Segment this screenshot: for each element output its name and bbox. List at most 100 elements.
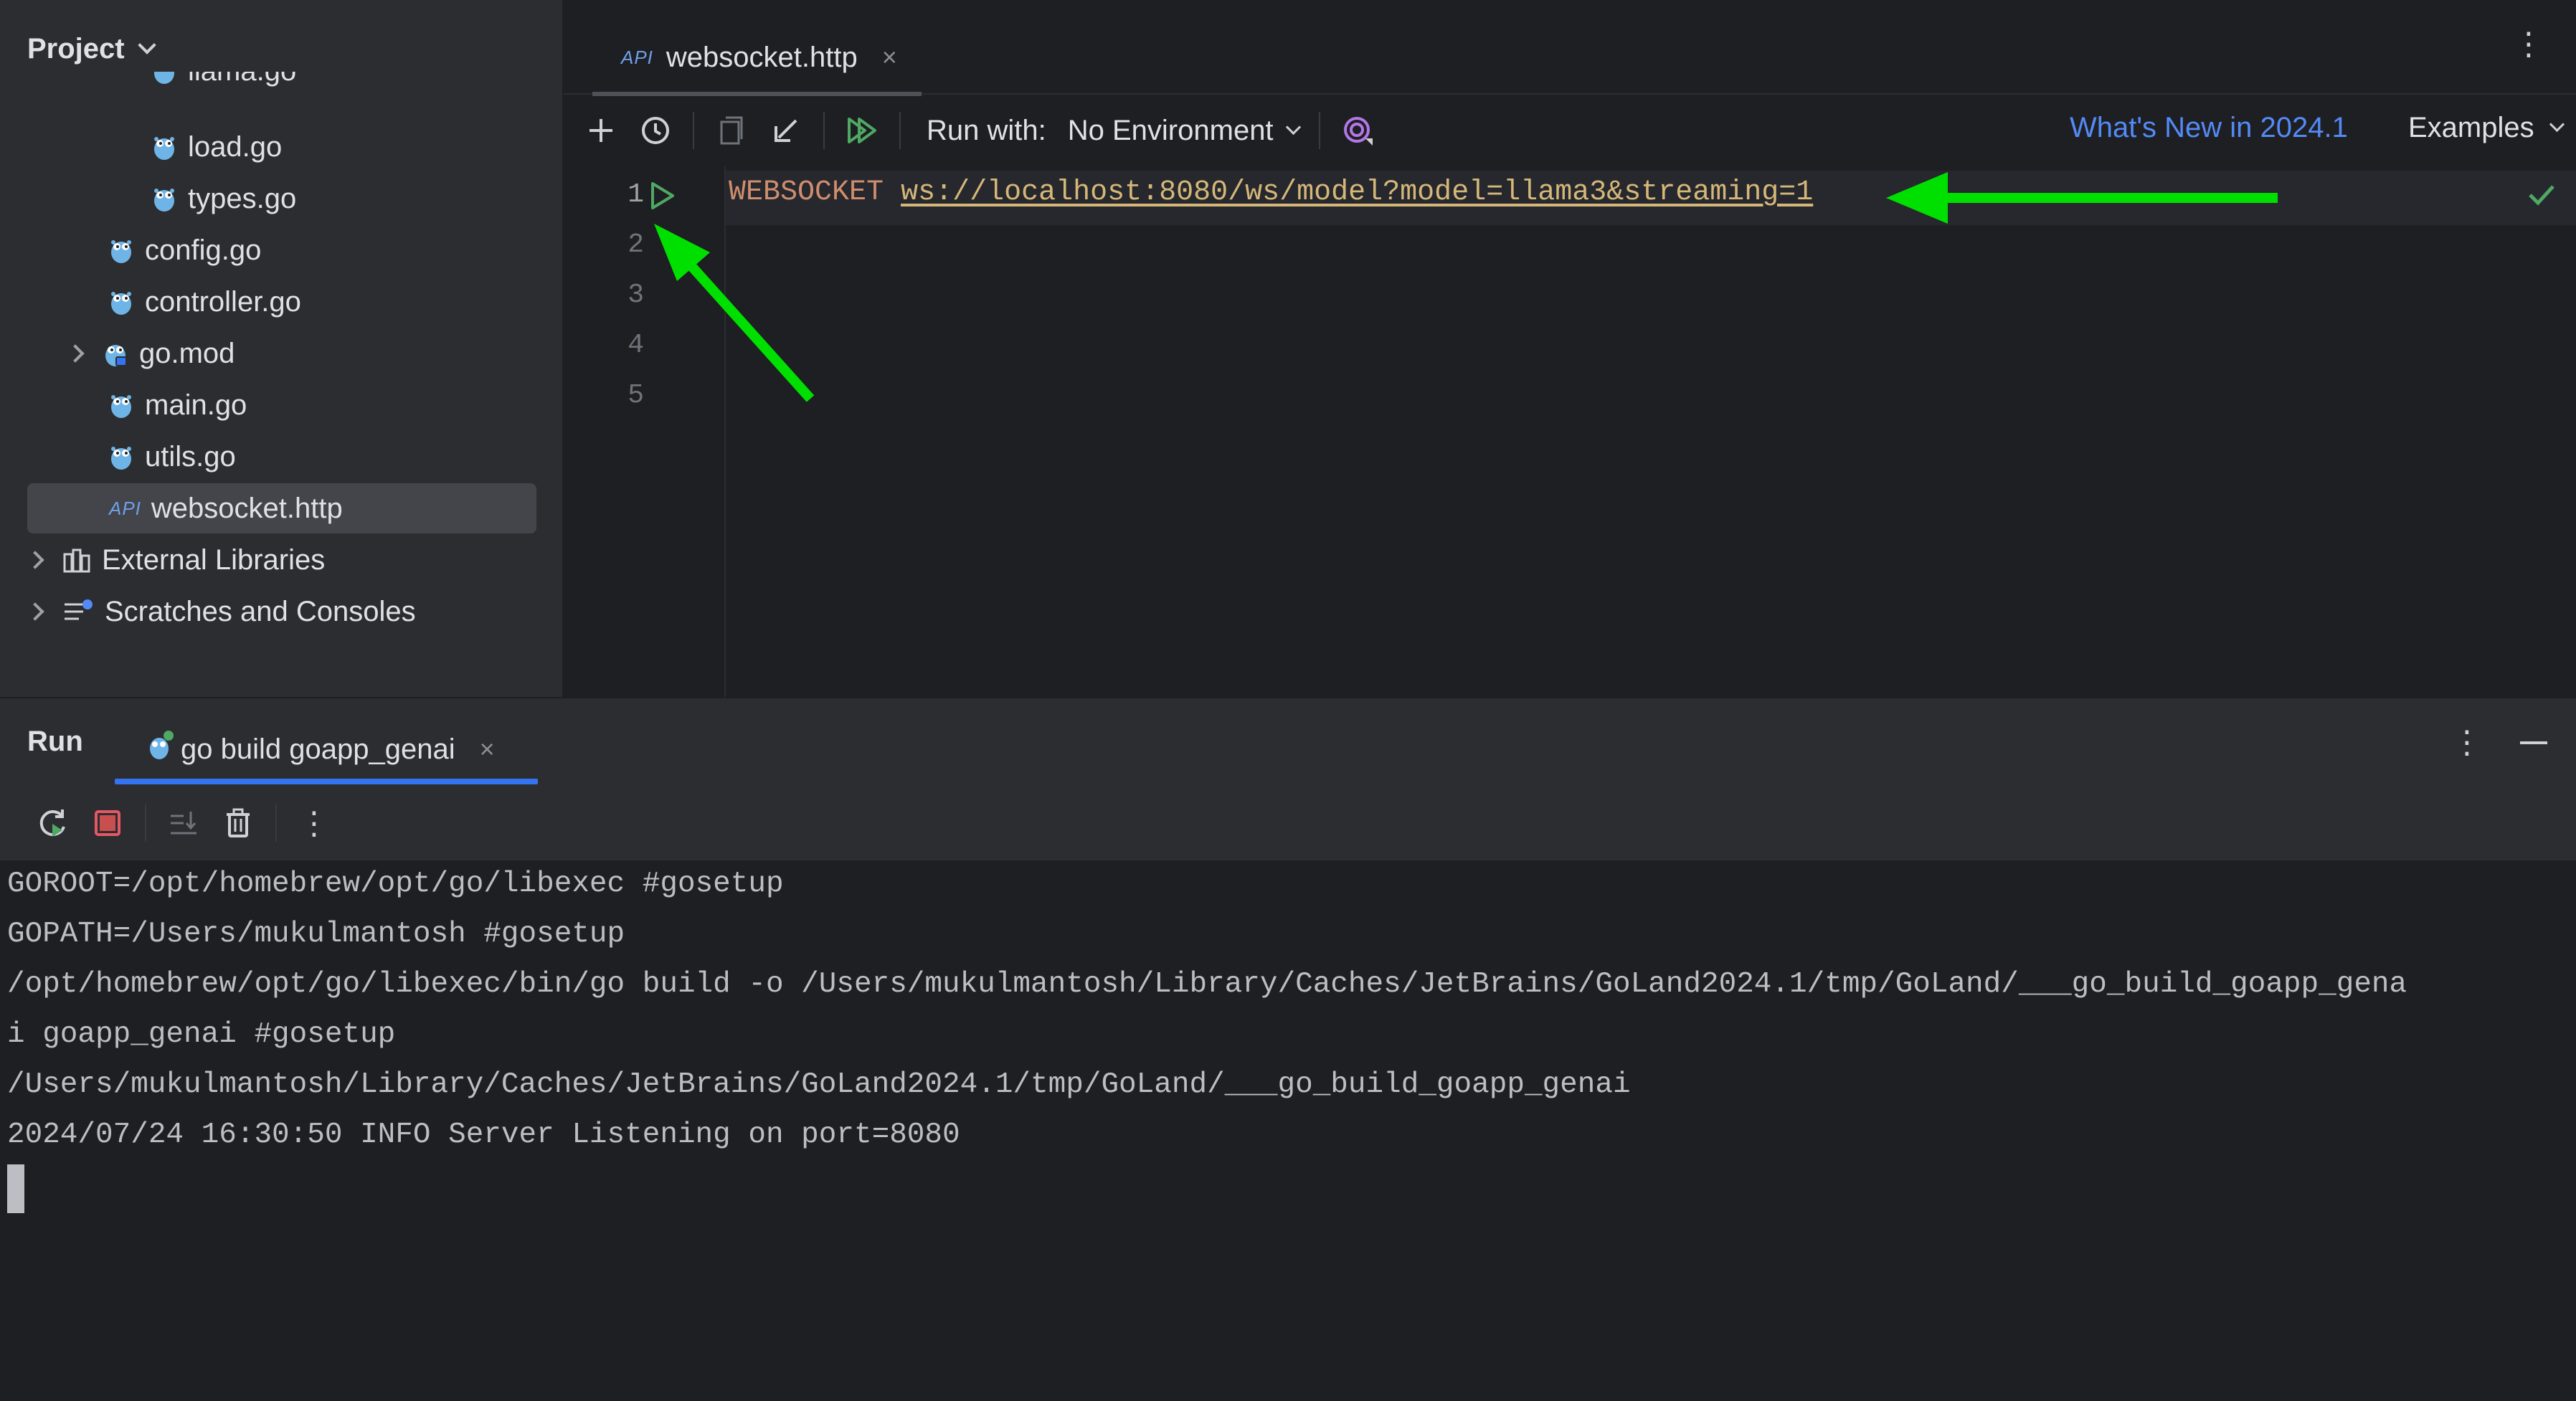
api-icon: API: [621, 46, 653, 68]
console-output[interactable]: GOROOT=/opt/homebrew/opt/go/libexec #gos…: [0, 860, 2576, 1401]
stop-icon[interactable]: [90, 806, 125, 840]
tree-item-label: llama.go: [188, 72, 296, 87]
tree-item-load-go[interactable]: load.go: [152, 122, 282, 172]
go-file-icon: [152, 133, 176, 161]
toolbar-separator: [275, 804, 277, 842]
tree-item-main-go[interactable]: main.go: [109, 380, 247, 430]
trash-icon[interactable]: [221, 806, 255, 840]
chevron-down-icon: [1285, 119, 1301, 135]
tree-item-label: go.mod: [139, 337, 235, 369]
tree-item-label: websocket.http: [151, 492, 343, 524]
line-number: 4: [628, 330, 644, 361]
tree-item-external-libraries[interactable]: External Libraries: [26, 535, 326, 585]
chevron-right-icon[interactable]: [26, 551, 44, 569]
go-file-icon: [109, 288, 133, 315]
line-number: 2: [628, 229, 644, 260]
rerun-icon[interactable]: [36, 806, 70, 840]
environment-select[interactable]: No Environment: [1067, 114, 1301, 147]
console-line: /Users/mukulmantosh/Library/Caches/JetBr…: [7, 1068, 1631, 1101]
close-icon[interactable]: ×: [882, 42, 897, 72]
console-line: GOROOT=/opt/homebrew/opt/go/libexec #gos…: [7, 868, 784, 901]
editor-tab-bar: API websocket.http × ⋮: [564, 0, 2576, 96]
close-icon[interactable]: ×: [480, 734, 495, 764]
tab-websocket-http[interactable]: API websocket.http ×: [592, 23, 922, 96]
run-tab-label: go build goapp_genai: [181, 733, 455, 765]
go-file-icon: [152, 72, 176, 85]
examples-label: Examples: [2408, 112, 2534, 143]
swirl-icon[interactable]: [1340, 113, 1375, 148]
more-options-icon[interactable]: ⋮: [2513, 26, 2544, 62]
toolbar-separator: [145, 804, 146, 842]
tree-item-utils-go[interactable]: utils.go: [109, 432, 236, 482]
go-file-icon: [109, 391, 133, 419]
chevron-right-icon[interactable]: [26, 602, 44, 621]
tree-item-controller-go[interactable]: controller.go: [109, 277, 301, 327]
go-run-icon: [146, 730, 176, 769]
libraries-icon: [63, 547, 92, 573]
run-toolbar: ⋮: [0, 786, 2576, 860]
toolbar-separator: [823, 112, 825, 149]
tree-item-label: controller.go: [145, 285, 301, 318]
active-tab-indicator: [115, 779, 538, 784]
project-title: Project: [27, 32, 125, 65]
tree-item-types-go[interactable]: types.go: [152, 174, 296, 224]
console-caret: [7, 1164, 24, 1213]
tab-label: websocket.http: [666, 41, 858, 73]
websocket-url[interactable]: ws://localhost:8080/ws/model?model=llama…: [901, 176, 1813, 209]
minimize-icon[interactable]: [2520, 741, 2547, 744]
api-icon: API: [109, 497, 141, 519]
console-line: GOPATH=/Users/mukulmantosh #gosetup: [7, 918, 625, 951]
chevron-down-icon: [2549, 116, 2565, 133]
tree-item-websocket-http[interactable]: API websocket.http: [27, 483, 536, 533]
tree-item-label: config.go: [145, 234, 262, 266]
tab-go-build-goapp-genai[interactable]: go build goapp_genai ×: [115, 711, 522, 787]
project-panel: Project llama.go load.go types.go config…: [0, 0, 564, 697]
line-number: 3: [628, 280, 644, 310]
project-tree: llama.go load.go types.go config.go cont…: [0, 72, 562, 695]
tree-item-label: types.go: [188, 182, 297, 214]
scroll-to-end-icon[interactable]: [166, 806, 201, 840]
tree-item-label: main.go: [145, 389, 247, 421]
code-line-1[interactable]: WEBSOCKET ws://localhost:8080/ws/model?m…: [729, 176, 1813, 209]
toolbar-separator: [899, 112, 901, 149]
add-request-icon[interactable]: [584, 113, 618, 148]
toolbar-separator: [1318, 112, 1320, 149]
tree-item-label: load.go: [188, 130, 283, 163]
project-view-selector[interactable]: Project: [27, 29, 156, 69]
more-options-icon[interactable]: ⋮: [297, 806, 331, 841]
tree-item-llama-go[interactable]: llama.go: [152, 72, 296, 96]
scratches-icon: [63, 599, 95, 624]
whats-new-link[interactable]: What's New in 2024.1: [2070, 112, 2348, 144]
run-request-gutter-icon[interactable]: [648, 181, 677, 214]
more-options-icon[interactable]: ⋮: [2451, 724, 2483, 761]
chevron-right-icon[interactable]: [66, 344, 85, 363]
tree-item-label: External Libraries: [102, 543, 326, 576]
import-icon[interactable]: [769, 113, 803, 148]
console-line: i goapp_genai #gosetup: [7, 1018, 396, 1051]
tree-item-scratches-and-consoles[interactable]: Scratches and Consoles: [26, 586, 416, 637]
history-icon[interactable]: [638, 113, 673, 148]
tree-item-label: utils.go: [145, 440, 236, 472]
line-number: 5: [628, 380, 644, 411]
examples-dropdown[interactable]: Examples: [2408, 112, 2565, 144]
websocket-keyword: WEBSOCKET: [729, 176, 884, 209]
go-file-icon: [109, 237, 133, 264]
run-tool-window-header: Run go build goapp_genai × ⋮: [0, 697, 2576, 787]
chevron-down-icon: [137, 36, 156, 54]
tree-item-label: Scratches and Consoles: [105, 595, 416, 627]
copy-icon[interactable]: [714, 113, 749, 148]
tree-item-config-go[interactable]: config.go: [109, 225, 261, 275]
go-module-icon: [103, 340, 128, 367]
toolbar-separator: [693, 112, 694, 149]
http-client-toolbar: Run with: No Environment What's New in 2…: [564, 95, 2576, 166]
console-line: /opt/homebrew/opt/go/libexec/bin/go buil…: [7, 968, 2407, 1001]
editor-gutter: 1 2 3 4 5: [564, 166, 726, 697]
go-file-icon: [152, 185, 176, 212]
editor-area[interactable]: 1 2 3 4 5 WEBSOCKET ws://localhost:8080/…: [564, 166, 2576, 697]
run-with-label: Run with:: [927, 114, 1046, 146]
line-number: 1: [628, 179, 644, 210]
environment-value: No Environment: [1067, 114, 1274, 146]
check-icon: [2527, 182, 2556, 212]
tree-item-go-mod[interactable]: go.mod: [66, 328, 235, 379]
run-all-icon[interactable]: [845, 113, 879, 148]
